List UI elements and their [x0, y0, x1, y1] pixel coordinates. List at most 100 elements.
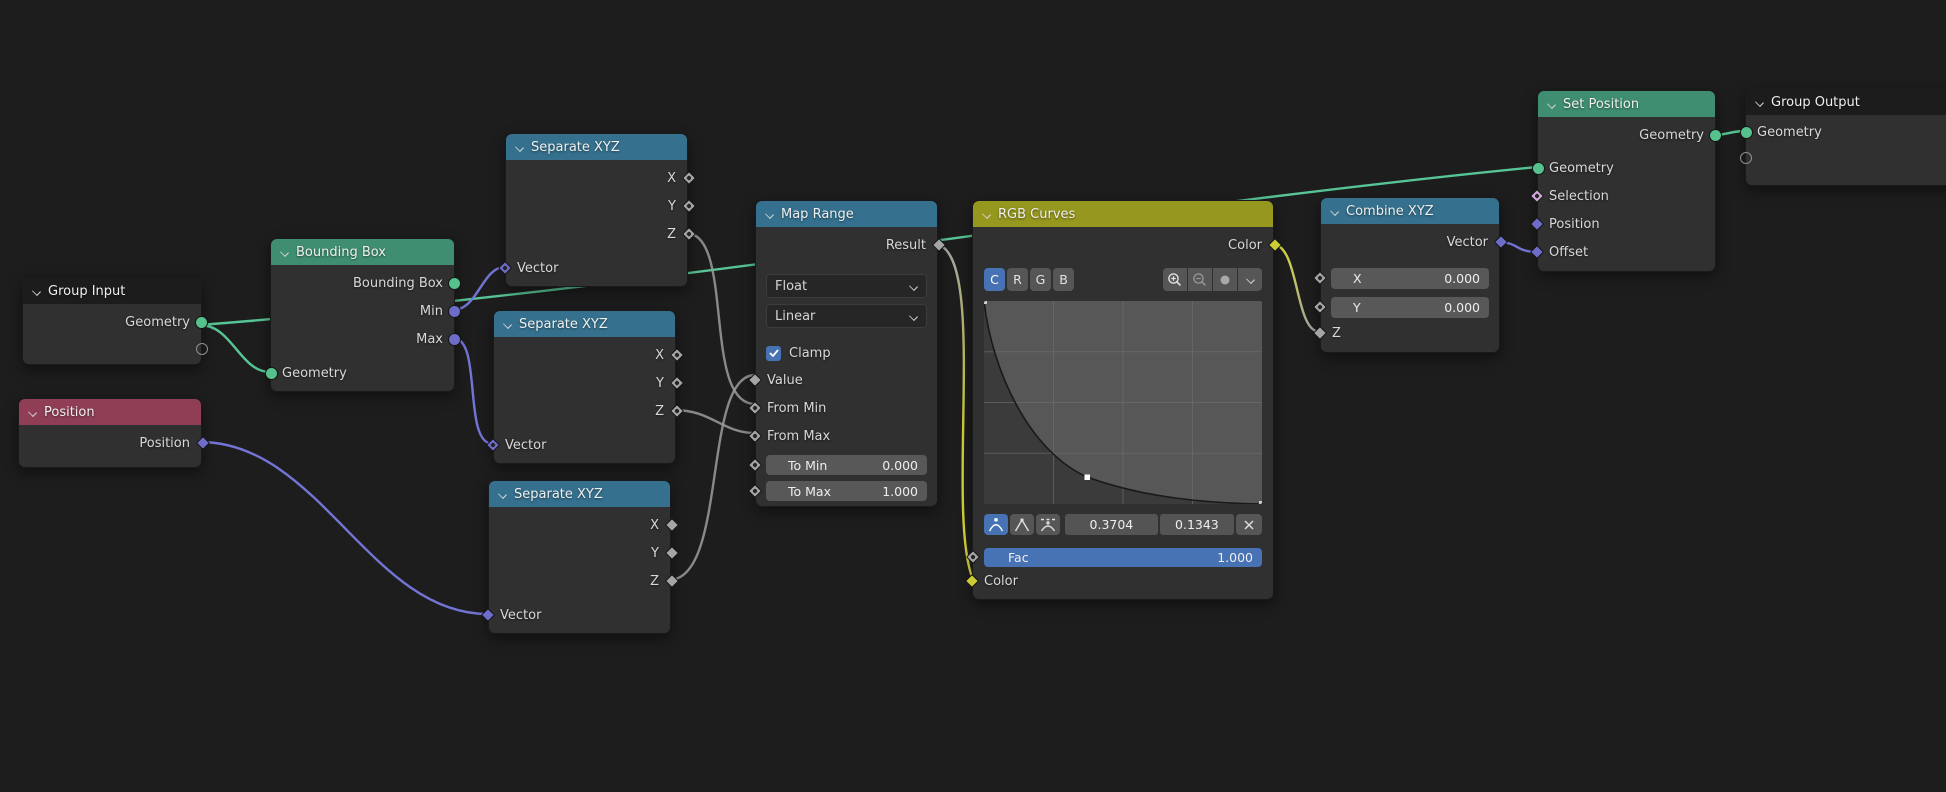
geometry-output-socket[interactable]	[1709, 129, 1722, 142]
virtual-output-socket[interactable]	[196, 343, 208, 355]
handle-type-row: 0.3704 0.1343	[984, 514, 1262, 535]
node-title: Group Output	[1771, 95, 1860, 110]
channel-c-label: C	[990, 272, 999, 287]
channel-b-button[interactable]: B	[1053, 268, 1074, 291]
handle-auto-clamped-button[interactable]	[1036, 514, 1060, 535]
interpolation-dropdown[interactable]: Linear	[766, 304, 927, 328]
channel-r-button[interactable]: R	[1007, 268, 1028, 291]
link-max-separate2	[453, 338, 493, 444]
delete-point-button[interactable]	[1236, 514, 1262, 535]
value-input-row: Value	[756, 366, 937, 394]
y-slider[interactable]: Y 0.000	[1331, 297, 1489, 318]
node-separate-xyz-3[interactable]: Separate XYZ X Y Z Vector	[488, 480, 671, 634]
data-type-dropdown[interactable]: Float	[766, 274, 927, 298]
to-max-slider[interactable]: To Max 1.000	[766, 481, 927, 501]
node-separate-xyz-1[interactable]: Separate XYZ X Y Z Vector	[505, 133, 688, 287]
link-result-rgbcurves	[936, 244, 972, 577]
collapse-chevron-icon[interactable]	[982, 210, 991, 219]
link-color-combinez	[1272, 244, 1320, 332]
collapse-chevron-icon[interactable]	[32, 287, 41, 296]
separate-xyz-header[interactable]: Separate XYZ	[489, 481, 670, 507]
collapse-chevron-icon[interactable]	[1755, 98, 1764, 107]
channel-g-label: G	[1036, 272, 1046, 287]
point-y-field[interactable]: 0.1343	[1160, 514, 1234, 535]
clipping-options-button[interactable]	[1213, 268, 1237, 291]
point-x-field[interactable]: 0.3704	[1065, 514, 1158, 535]
collapse-chevron-icon[interactable]	[765, 210, 774, 219]
node-title: Group Input	[48, 284, 125, 299]
channel-c-button[interactable]: C	[984, 268, 1005, 291]
socket-label: Bounding Box	[353, 276, 443, 291]
socket-label: Position	[1549, 217, 1600, 232]
node-combine-xyz[interactable]: Combine XYZ Vector X 0.000 Y 0.000	[1320, 197, 1500, 353]
boundingbox-output-socket[interactable]	[448, 277, 461, 290]
interpolation-value: Linear	[775, 309, 815, 324]
socket-label: Y	[656, 376, 664, 391]
separate-xyz-header[interactable]: Separate XYZ	[494, 311, 675, 337]
rgb-curves-header[interactable]: RGB Curves	[973, 201, 1273, 227]
vector-input-row: Vector	[489, 601, 670, 629]
link-separate2z-frommax	[674, 410, 755, 433]
socket-label: Z	[650, 574, 659, 589]
set-position-header[interactable]: Set Position	[1538, 91, 1715, 117]
collapse-chevron-icon[interactable]	[498, 490, 507, 499]
x-output-row: X	[506, 164, 687, 192]
collapse-chevron-icon[interactable]	[28, 408, 37, 417]
combine-xyz-header[interactable]: Combine XYZ	[1321, 198, 1499, 224]
channel-g-button[interactable]: G	[1030, 268, 1051, 291]
node-rgb-curves[interactable]: RGB Curves Color C R G B	[972, 200, 1274, 600]
fac-slider[interactable]: Fac 1.000	[984, 548, 1262, 567]
zoom-in-button[interactable]	[1163, 268, 1187, 291]
collapse-chevron-icon[interactable]	[515, 143, 524, 152]
node-separate-xyz-2[interactable]: Separate XYZ X Y Z Vector	[493, 310, 676, 464]
geometry-output-socket[interactable]	[195, 316, 208, 329]
min-output-socket[interactable]	[448, 305, 461, 318]
map-range-header[interactable]: Map Range	[756, 201, 937, 227]
clamp-checkbox[interactable]	[766, 346, 781, 361]
x-slider[interactable]: X 0.000	[1331, 268, 1489, 289]
fac-label: Fac	[984, 550, 1029, 565]
curve-view-buttons	[1163, 268, 1262, 291]
zoom-out-button[interactable]	[1188, 268, 1212, 291]
separate-xyz-header[interactable]: Separate XYZ	[506, 134, 687, 160]
curve-point-selected[interactable]	[1085, 475, 1091, 481]
zoom-in-icon	[1167, 272, 1183, 288]
geometry-input-socket[interactable]	[265, 367, 278, 380]
geometry-input-socket[interactable]	[1740, 126, 1753, 139]
geometry-output-row: Geometry	[1538, 121, 1715, 149]
node-group-output[interactable]: Group Output Geometry	[1745, 88, 1946, 186]
socket-label: Geometry	[282, 366, 347, 381]
vector-input-row: Vector	[506, 254, 687, 282]
group-output-header[interactable]: Group Output	[1746, 89, 1946, 115]
collapse-chevron-icon[interactable]	[1547, 100, 1556, 109]
node-group-input[interactable]: Group Input Geometry	[22, 277, 202, 365]
vector-input-row: Vector	[494, 431, 675, 459]
max-output-socket[interactable]	[448, 333, 461, 346]
node-position[interactable]: Position Position	[18, 398, 202, 468]
node-map-range[interactable]: Map Range Result Float Linear Clamp	[755, 200, 938, 507]
socket-label: Y	[651, 546, 659, 561]
collapse-chevron-icon[interactable]	[1330, 207, 1339, 216]
handle-auto-button[interactable]	[984, 514, 1008, 535]
bounding-box-header[interactable]: Bounding Box	[271, 239, 454, 265]
check-icon	[769, 349, 779, 357]
fac-row: Fac 1.000	[973, 548, 1273, 567]
z-output-row: Z	[489, 567, 670, 595]
to-min-slider[interactable]: To Min 0.000	[766, 455, 927, 475]
curve-widget[interactable]	[984, 301, 1262, 504]
geometry-input-socket[interactable]	[1532, 162, 1545, 175]
position-header[interactable]: Position	[19, 399, 201, 425]
node-title: Combine XYZ	[1346, 204, 1434, 219]
node-editor-canvas[interactable]: Group Input Geometry Position Position B…	[0, 0, 1946, 792]
node-bounding-box[interactable]: Bounding Box Bounding Box Min Max Geomet…	[270, 238, 455, 392]
curve-point-start[interactable]	[984, 301, 987, 304]
curve-point-end[interactable]	[1259, 501, 1262, 504]
curve-tools-dropdown-button[interactable]	[1238, 268, 1262, 291]
node-set-position[interactable]: Set Position Geometry Geometry Selection…	[1537, 90, 1716, 272]
virtual-input-socket[interactable]	[1740, 152, 1752, 164]
group-input-header[interactable]: Group Input	[23, 278, 201, 304]
chevron-down-icon	[909, 282, 918, 291]
collapse-chevron-icon[interactable]	[503, 320, 512, 329]
collapse-chevron-icon[interactable]	[280, 248, 289, 257]
handle-vector-button[interactable]	[1010, 514, 1034, 535]
